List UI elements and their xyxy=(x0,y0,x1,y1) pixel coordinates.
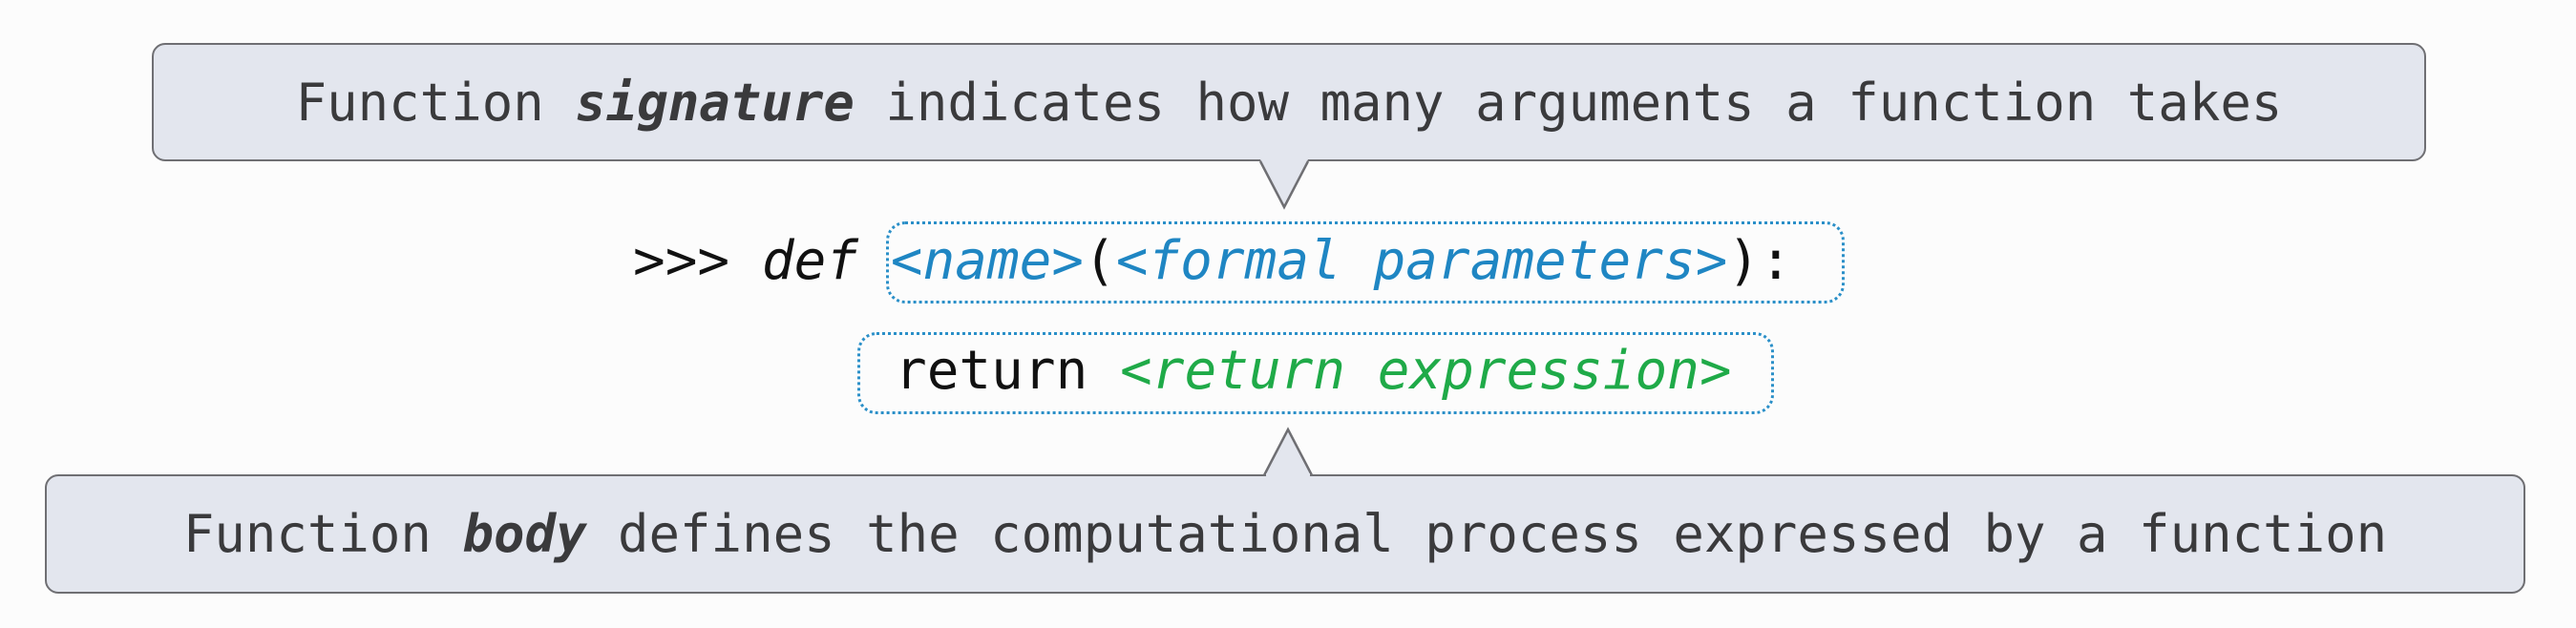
signature-pointer-joint xyxy=(1262,158,1306,162)
signature-callout: Function signature indicates how many ar… xyxy=(152,43,2426,161)
return-keyword: return xyxy=(895,340,1121,402)
return-expression-placeholder: <return expression> xyxy=(1120,340,1732,402)
body-pointer-joint xyxy=(1266,473,1310,477)
close-paren-colon: ): xyxy=(1727,230,1792,292)
body-callout-suffix: defines the computational process expres… xyxy=(586,504,2388,564)
signature-keyword: signature xyxy=(575,72,855,133)
def-line: >>> def <name>(<formal parameters>): xyxy=(633,235,1792,288)
body-callout-prefix: Function xyxy=(182,504,463,564)
name-placeholder: <name> xyxy=(890,230,1085,292)
body-callout-pointer xyxy=(1262,427,1314,477)
def-keyword: def xyxy=(761,230,859,292)
signature-callout-suffix: indicates how many arguments a function … xyxy=(854,72,2283,133)
formal-parameters-placeholder: <formal parameters> xyxy=(1115,230,1728,292)
body-keyword: body xyxy=(462,504,587,564)
return-line: return <return expression> xyxy=(895,345,1732,398)
repl-prompt: >>> xyxy=(633,230,762,292)
body-callout: Function body defines the computational … xyxy=(45,474,2525,594)
open-paren: ( xyxy=(1084,230,1116,292)
signature-callout-prefix: Function xyxy=(295,72,576,133)
signature-callout-pointer xyxy=(1258,159,1310,210)
